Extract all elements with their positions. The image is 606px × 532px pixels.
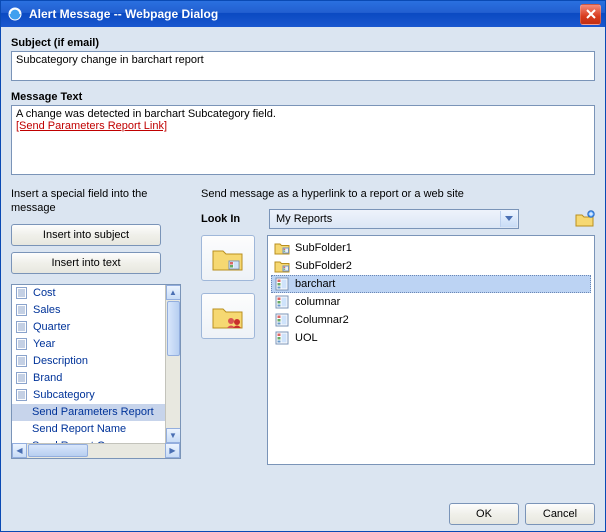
field-icon bbox=[16, 372, 29, 385]
parameters-report-link[interactable]: [Send Parameters Report Link] bbox=[16, 120, 167, 132]
file-item-label: Columnar2 bbox=[295, 314, 349, 326]
scroll-left-button[interactable]: ◀ bbox=[12, 443, 27, 458]
folder-icon bbox=[274, 240, 290, 256]
field-item-label: Send Report Name bbox=[32, 423, 126, 435]
insert-into-subject-button[interactable]: Insert into subject bbox=[11, 224, 161, 246]
insert-help-text: Insert a special field into the message bbox=[11, 187, 181, 216]
look-in-value: My Reports bbox=[276, 213, 332, 225]
subject-label: Subject (if email) bbox=[11, 37, 595, 49]
field-item-label: Brand bbox=[33, 372, 62, 384]
report-icon bbox=[274, 312, 290, 328]
file-item[interactable]: UOL bbox=[271, 329, 591, 347]
look-in-label: Look In bbox=[201, 213, 269, 225]
subject-value: Subcategory change in barchart report bbox=[16, 54, 204, 66]
report-icon bbox=[274, 294, 290, 310]
field-icon bbox=[16, 287, 29, 300]
chevron-down-icon[interactable] bbox=[500, 211, 517, 227]
folder-shortcut-column bbox=[201, 235, 255, 497]
field-item[interactable]: Subcategory bbox=[12, 387, 180, 404]
field-item-label: Subcategory bbox=[33, 389, 95, 401]
field-item-label: Description bbox=[33, 355, 88, 367]
field-icon bbox=[16, 355, 29, 368]
fields-list[interactable]: Cost Sales Quarter Year Description Brand Subc… bbox=[11, 284, 181, 459]
field-item-label: Sales bbox=[33, 304, 61, 316]
vertical-scrollbar[interactable]: ▲ ▼ bbox=[165, 285, 180, 443]
my-reports-folder-button[interactable] bbox=[201, 235, 255, 281]
scroll-thumb-vertical[interactable] bbox=[167, 301, 180, 356]
hyperlink-help-text: Send message as a hyperlink to a report … bbox=[201, 187, 595, 201]
file-item[interactable]: Columnar2 bbox=[271, 311, 591, 329]
message-label: Message Text bbox=[11, 91, 595, 103]
field-item-label: Quarter bbox=[33, 321, 70, 333]
file-item-label: SubFolder1 bbox=[295, 242, 352, 254]
close-button[interactable] bbox=[580, 4, 601, 25]
horizontal-scrollbar[interactable]: ◀ ▶ bbox=[12, 443, 180, 458]
field-item[interactable]: Send Report Name bbox=[12, 421, 180, 438]
subject-input[interactable]: Subcategory change in barchart report bbox=[11, 51, 595, 81]
field-item-label: Year bbox=[33, 338, 55, 350]
file-item-label: SubFolder2 bbox=[295, 260, 352, 272]
new-folder-icon[interactable] bbox=[575, 210, 595, 228]
right-column: Send message as a hyperlink to a report … bbox=[201, 187, 595, 497]
field-icon bbox=[16, 389, 29, 402]
scroll-right-button[interactable]: ▶ bbox=[165, 443, 180, 458]
dialog-footer: OK Cancel bbox=[11, 497, 595, 525]
file-item-label: UOL bbox=[295, 332, 318, 344]
message-input[interactable]: A change was detected in barchart Subcat… bbox=[11, 105, 595, 175]
field-item[interactable]: Sales bbox=[12, 302, 180, 319]
file-item[interactable]: columnar bbox=[271, 293, 591, 311]
look-in-combobox[interactable]: My Reports bbox=[269, 209, 519, 229]
client-area: Subject (if email) Subcategory change in… bbox=[1, 27, 605, 531]
file-list[interactable]: SubFolder1 SubFolder2 barchart columnar Colu… bbox=[267, 235, 595, 465]
field-item-label: Cost bbox=[33, 287, 56, 299]
dialog-window: Alert Message -- Webpage Dialog Subject … bbox=[0, 0, 606, 532]
file-item-label: columnar bbox=[295, 296, 340, 308]
report-icon bbox=[274, 330, 290, 346]
cancel-button[interactable]: Cancel bbox=[525, 503, 595, 525]
field-icon bbox=[16, 321, 29, 334]
folder-icon bbox=[274, 258, 290, 274]
message-value: A change was detected in barchart Subcat… bbox=[16, 108, 590, 120]
file-item[interactable]: SubFolder1 bbox=[271, 239, 591, 257]
field-item[interactable]: Brand bbox=[12, 370, 180, 387]
field-item[interactable]: Year bbox=[12, 336, 180, 353]
insert-into-text-button[interactable]: Insert into text bbox=[11, 252, 161, 274]
field-icon bbox=[16, 338, 29, 351]
file-item[interactable]: barchart bbox=[271, 275, 591, 293]
scroll-thumb-horizontal[interactable] bbox=[28, 444, 88, 457]
file-item-label: barchart bbox=[295, 278, 335, 290]
ie-icon bbox=[7, 6, 23, 22]
field-icon bbox=[16, 304, 29, 317]
field-item[interactable]: Send Parameters Report bbox=[12, 404, 180, 421]
titlebar: Alert Message -- Webpage Dialog bbox=[1, 1, 605, 27]
left-column: Insert a special field into the message … bbox=[11, 187, 181, 497]
scroll-up-button[interactable]: ▲ bbox=[166, 285, 181, 300]
file-item[interactable]: SubFolder2 bbox=[271, 257, 591, 275]
field-item[interactable]: Description bbox=[12, 353, 180, 370]
shared-reports-folder-button[interactable] bbox=[201, 293, 255, 339]
field-item[interactable]: Quarter bbox=[12, 319, 180, 336]
window-title: Alert Message -- Webpage Dialog bbox=[29, 7, 580, 21]
field-item[interactable]: Cost bbox=[12, 285, 180, 302]
ok-button[interactable]: OK bbox=[449, 503, 519, 525]
field-item-label: Send Parameters Report bbox=[32, 406, 154, 418]
scroll-down-button[interactable]: ▼ bbox=[166, 428, 181, 443]
report-icon bbox=[274, 276, 290, 292]
